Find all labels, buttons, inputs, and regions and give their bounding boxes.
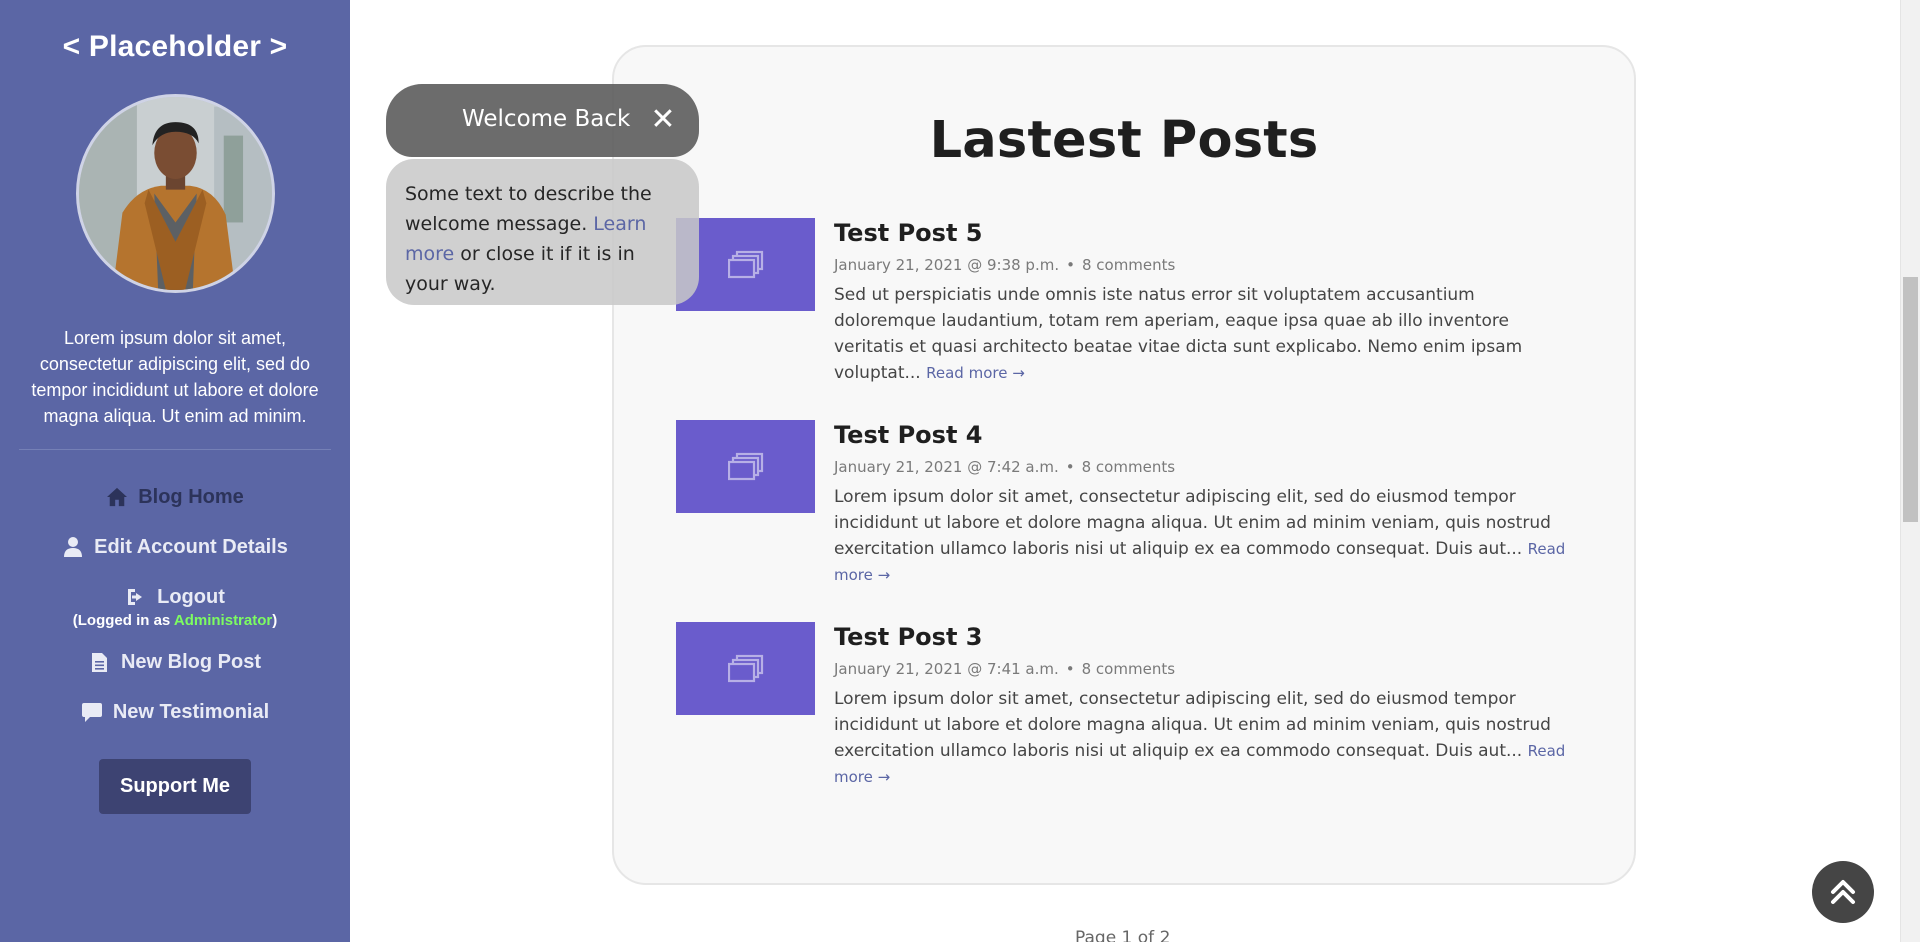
site-title[interactable]: < Placeholder > [0,30,350,64]
welcome-popup-body: Some text to describe the welcome messag… [386,159,699,305]
double-chevron-up-icon [1831,880,1855,904]
sidebar: < Placeholder > Lorem ipsum dolor sit am… [0,0,350,942]
post-comments[interactable]: 8 comments [1082,458,1175,476]
page-title: Lastest Posts [929,111,1319,170]
post-body: Test Post 4 January 21, 2021 @ 7:42 a.m.… [834,420,1574,588]
file-icon [89,651,111,673]
home-icon [106,486,128,508]
nav-new-testimonial-label: New Testimonial [112,700,270,723]
sign-out-icon [125,586,147,608]
post-title[interactable]: Test Post 5 [834,218,1574,248]
post-title[interactable]: Test Post 3 [834,622,1574,652]
meta-separator: • [1065,660,1075,678]
post-date: January 21, 2021 @ 9:38 p.m. [834,256,1060,274]
post-thumbnail[interactable] [676,622,815,715]
post-excerpt-text: Lorem ipsum dolor sit amet, consectetur … [834,689,1551,761]
post-meta: January 21, 2021 @ 7:41 a.m. • 8 comments [834,660,1574,678]
post-thumbnail[interactable] [676,420,815,513]
nav-logout-label: Logout [157,585,225,608]
latest-posts-card: Lastest Posts Test Post 5 January 21, 20… [612,45,1636,885]
nav-blog-home-label: Blog Home [138,485,244,508]
post-body: Test Post 5 January 21, 2021 @ 9:38 p.m.… [834,218,1574,386]
close-icon[interactable]: ✕ [645,102,681,138]
welcome-title: Welcome Back [462,106,631,132]
user-icon [62,536,84,558]
avatar-image [78,97,272,290]
page-scrollbar[interactable] [1900,0,1920,942]
nav-new-blog-post-label: New Blog Post [120,650,261,673]
logged-in-prefix: (Logged in as [72,612,174,629]
back-to-top-button[interactable] [1812,861,1874,923]
post-comments[interactable]: 8 comments [1082,660,1175,678]
post-title[interactable]: Test Post 4 [834,420,1574,450]
nav-blog-home[interactable]: Blog Home [0,472,350,522]
post-date: January 21, 2021 @ 7:42 a.m. [834,458,1059,476]
avatar [75,94,275,293]
comment-icon [81,701,103,723]
post-meta: January 21, 2021 @ 7:42 a.m. • 8 comments [834,458,1574,476]
post-excerpt: Sed ut perspiciatis unde omnis iste natu… [834,282,1574,386]
support-me-button[interactable]: Support Me [99,759,251,814]
post-date: January 21, 2021 @ 7:41 a.m. [834,660,1059,678]
read-more-link[interactable]: Read more → [926,364,1025,382]
post-excerpt: Lorem ipsum dolor sit amet, consectetur … [834,686,1574,790]
sidebar-nav: Blog Home Edit Account Details Logout (L… [0,472,350,737]
nav-edit-account[interactable]: Edit Account Details [0,522,350,572]
post-comments[interactable]: 8 comments [1082,256,1175,274]
pagination-status: Page 1 of 2 [1075,928,1171,942]
nav-new-blog-post[interactable]: New Blog Post [0,637,350,687]
post-body: Test Post 3 January 21, 2021 @ 7:41 a.m.… [834,622,1574,790]
scrollbar-thumb[interactable] [1903,277,1918,522]
welcome-popup-header: Welcome Back ✕ [386,84,699,157]
meta-separator: • [1065,458,1075,476]
bio-text: Lorem ipsum dolor sit amet, consectetur … [31,328,319,426]
nav-new-testimonial[interactable]: New Testimonial [0,687,350,737]
logged-in-status: (Logged in as Administrator) [0,612,350,629]
images-icon [727,654,763,682]
logged-in-suffix: ) [272,612,278,629]
meta-separator: • [1066,256,1075,274]
images-icon [727,452,763,480]
logged-in-role: Administrator [173,612,273,629]
post-excerpt-text: Lorem ipsum dolor sit amet, consectetur … [834,487,1551,559]
post-meta: January 21, 2021 @ 9:38 p.m. • 8 comments [834,256,1574,274]
nav-edit-account-label: Edit Account Details [94,535,288,558]
post-excerpt: Lorem ipsum dolor sit amet, consectetur … [834,484,1574,588]
images-icon [727,250,763,278]
sidebar-divider [19,449,331,450]
